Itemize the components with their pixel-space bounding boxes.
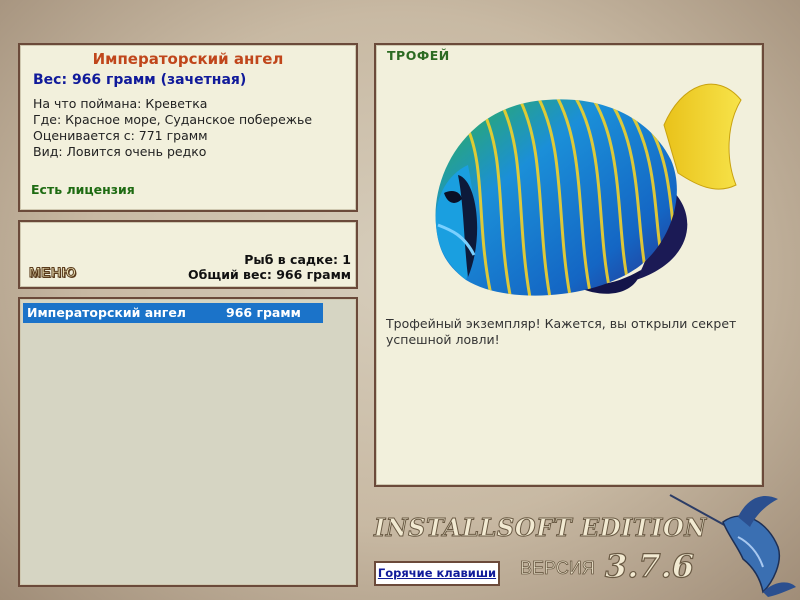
marlin-icon — [669, 494, 796, 597]
list-item[interactable]: Императорский ангел 966 грамм — [23, 303, 323, 323]
trophy-panel: ТРОФЕЙ Трофейный экземпляр! Кажется, вы … — [374, 43, 764, 487]
version-label: ВЕРСИЯ — [520, 558, 596, 579]
catch-list: Императорский ангел 966 грамм — [18, 297, 358, 587]
emperor-angelfish-image — [435, 83, 742, 296]
fish-weight: Вес: 966 грамм (зачетная) — [33, 72, 247, 88]
cage-summary-panel: МЕНЮ Рыб в садке: 1 Общий вес: 966 грамм — [18, 220, 358, 289]
trophy-label: ТРОФЕЙ — [387, 48, 450, 63]
fish-name: Императорский ангел — [92, 50, 284, 68]
fish-count: Рыб в садке: 1 — [244, 252, 351, 267]
hotkeys-link[interactable]: Горячие клавиши — [374, 561, 500, 586]
trophy-description: Трофейный экземпляр! Кажется, вы открыли… — [386, 316, 737, 347]
location-line: Где: Красное море, Суданское побережье — [33, 112, 313, 127]
menu-button[interactable]: МЕНЮ — [29, 264, 77, 281]
total-weight: Общий вес: 966 грамм — [188, 267, 351, 282]
list-item-weight: 966 грамм — [226, 305, 301, 320]
valued-from-line: Оценивается с: 771 грамм — [33, 128, 208, 143]
license-status: Есть лицензия — [31, 182, 135, 197]
bait-line: На что поймана: Креветка — [33, 96, 208, 111]
rarity-line: Вид: Ловится очень редко — [33, 144, 207, 159]
fish-info-panel: Императорский ангел Вес: 966 грамм (заче… — [18, 43, 358, 212]
list-item-name: Императорский ангел — [27, 305, 186, 320]
brand-logo: INSTALLSOFT EDITION — [374, 513, 707, 543]
